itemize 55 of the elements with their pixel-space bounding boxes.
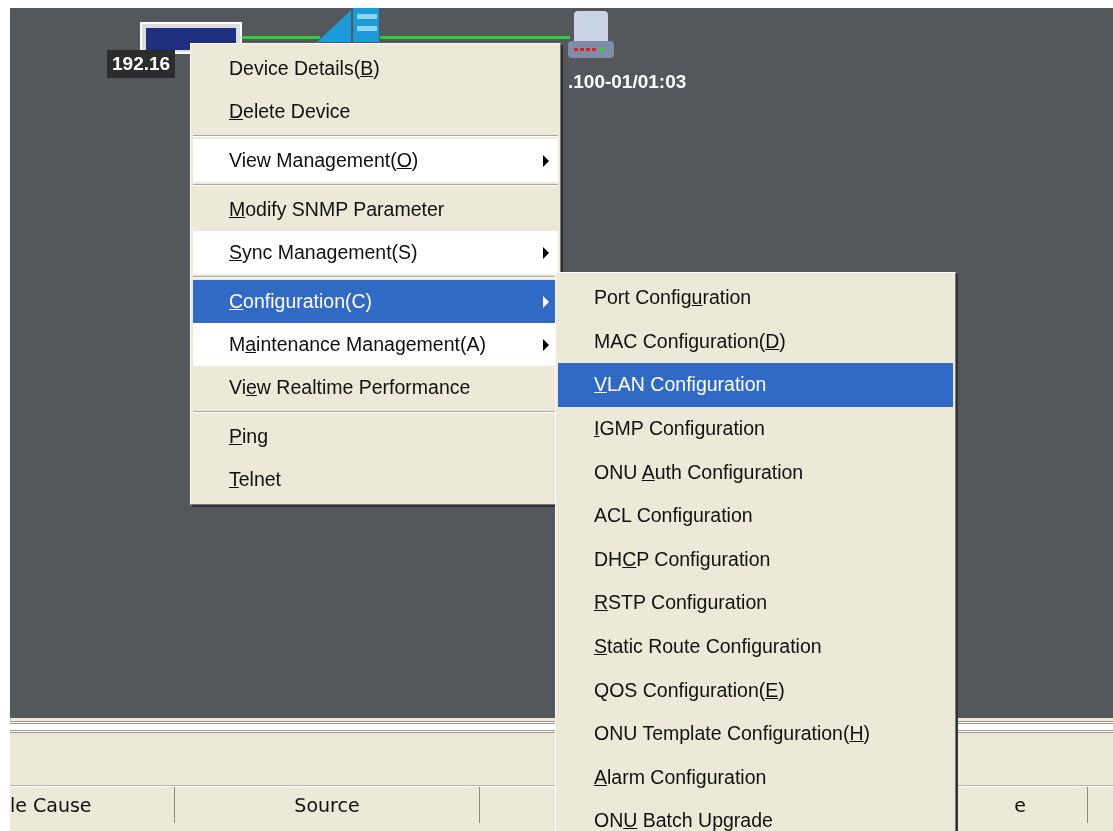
menu-item[interactable]: Static Route Configuration xyxy=(558,624,953,669)
onu-device-icon[interactable] xyxy=(566,11,616,59)
menu-item[interactable]: Device Details(B) xyxy=(193,47,558,90)
menu-item[interactable]: RSTP Configuration xyxy=(558,581,953,625)
menu-item[interactable]: Maintenance Management(A) xyxy=(193,323,558,366)
menu-item-label: Device Details(B) xyxy=(229,57,381,80)
menu-item[interactable]: VLAN Configuration xyxy=(558,363,953,407)
submenu-arrow-icon xyxy=(542,294,550,309)
menu-item-label: Ping xyxy=(229,425,270,448)
menu-item[interactable]: Modify SNMP Parameter xyxy=(193,188,558,231)
menu-item-label: Configuration(C) xyxy=(229,290,374,313)
submenu-arrow-icon xyxy=(542,337,550,352)
menu-item-label: VLAN Configuration xyxy=(594,373,768,397)
column-header[interactable]: le Cause xyxy=(10,787,175,823)
menu-item-label: RSTP Configuration xyxy=(594,591,769,615)
menu-item[interactable]: DHCP Configuration xyxy=(558,537,953,582)
menu-item[interactable]: ONU Template Configuration(H) xyxy=(558,711,953,756)
menu-item[interactable]: Port Configuration xyxy=(558,276,953,320)
menu-item-label: ONU Template Configuration(H) xyxy=(594,722,872,746)
menu-item-label: IGMP Configuration xyxy=(594,417,766,441)
menu-item[interactable]: Configuration(C) xyxy=(193,280,558,323)
device-label: 192.16 xyxy=(107,50,176,78)
menu-item[interactable]: ACL Configuration xyxy=(558,493,953,538)
menu-item-label: Delete Device xyxy=(229,100,352,123)
menu-item[interactable]: Alarm Configuration xyxy=(558,755,953,800)
menu-item[interactable]: Ping xyxy=(193,415,558,458)
menu-item-label: Alarm Configuration xyxy=(594,765,768,789)
menu-item-label: Sync Management(S) xyxy=(229,241,419,264)
menu-item-label: Telnet xyxy=(229,468,283,491)
menu-item-label: ACL Configuration xyxy=(594,504,754,528)
submenu-arrow-icon xyxy=(542,245,550,260)
menu-item[interactable]: View Realtime Performance xyxy=(193,366,558,409)
menu-item[interactable]: IGMP Configuration xyxy=(558,406,953,451)
menu-item[interactable]: ONU Batch Upgrade xyxy=(558,799,953,831)
menu-item-label: Static Route Configuration xyxy=(594,635,823,659)
menu-item[interactable]: View Management(O) xyxy=(193,139,558,182)
menu-item[interactable]: Delete Device xyxy=(193,90,558,133)
menu-item[interactable]: Telnet xyxy=(193,458,558,501)
menu-item[interactable]: QOS Configuration(E) xyxy=(558,668,953,712)
menu-item[interactable]: Sync Management(S) xyxy=(193,231,558,274)
menu-item-label: DHCP Configuration xyxy=(594,547,772,571)
menu-item-label: QOS Configuration(E) xyxy=(594,678,786,702)
menu-item-label: Port Configuration xyxy=(594,286,753,310)
menu-item-label: View Realtime Performance xyxy=(229,376,472,399)
menu-item-label: Modify SNMP Parameter xyxy=(229,198,446,221)
menu-item-label: ONU Auth Configuration xyxy=(594,460,805,484)
column-header[interactable]: Source xyxy=(175,787,480,823)
menu-item[interactable]: ONU Auth Configuration xyxy=(558,450,953,494)
menu-item[interactable]: MAC Configuration(D) xyxy=(558,319,953,364)
submenu-arrow-icon xyxy=(542,153,550,168)
menu-item-label: View Management(O) xyxy=(229,149,420,172)
device-label: .100-01/01:03 xyxy=(567,70,688,94)
menu-item-label: ONU Batch Upgrade xyxy=(594,809,774,831)
menu-item-label: MAC Configuration(D) xyxy=(594,329,787,353)
menu-item-label: Maintenance Management(A) xyxy=(229,333,487,356)
